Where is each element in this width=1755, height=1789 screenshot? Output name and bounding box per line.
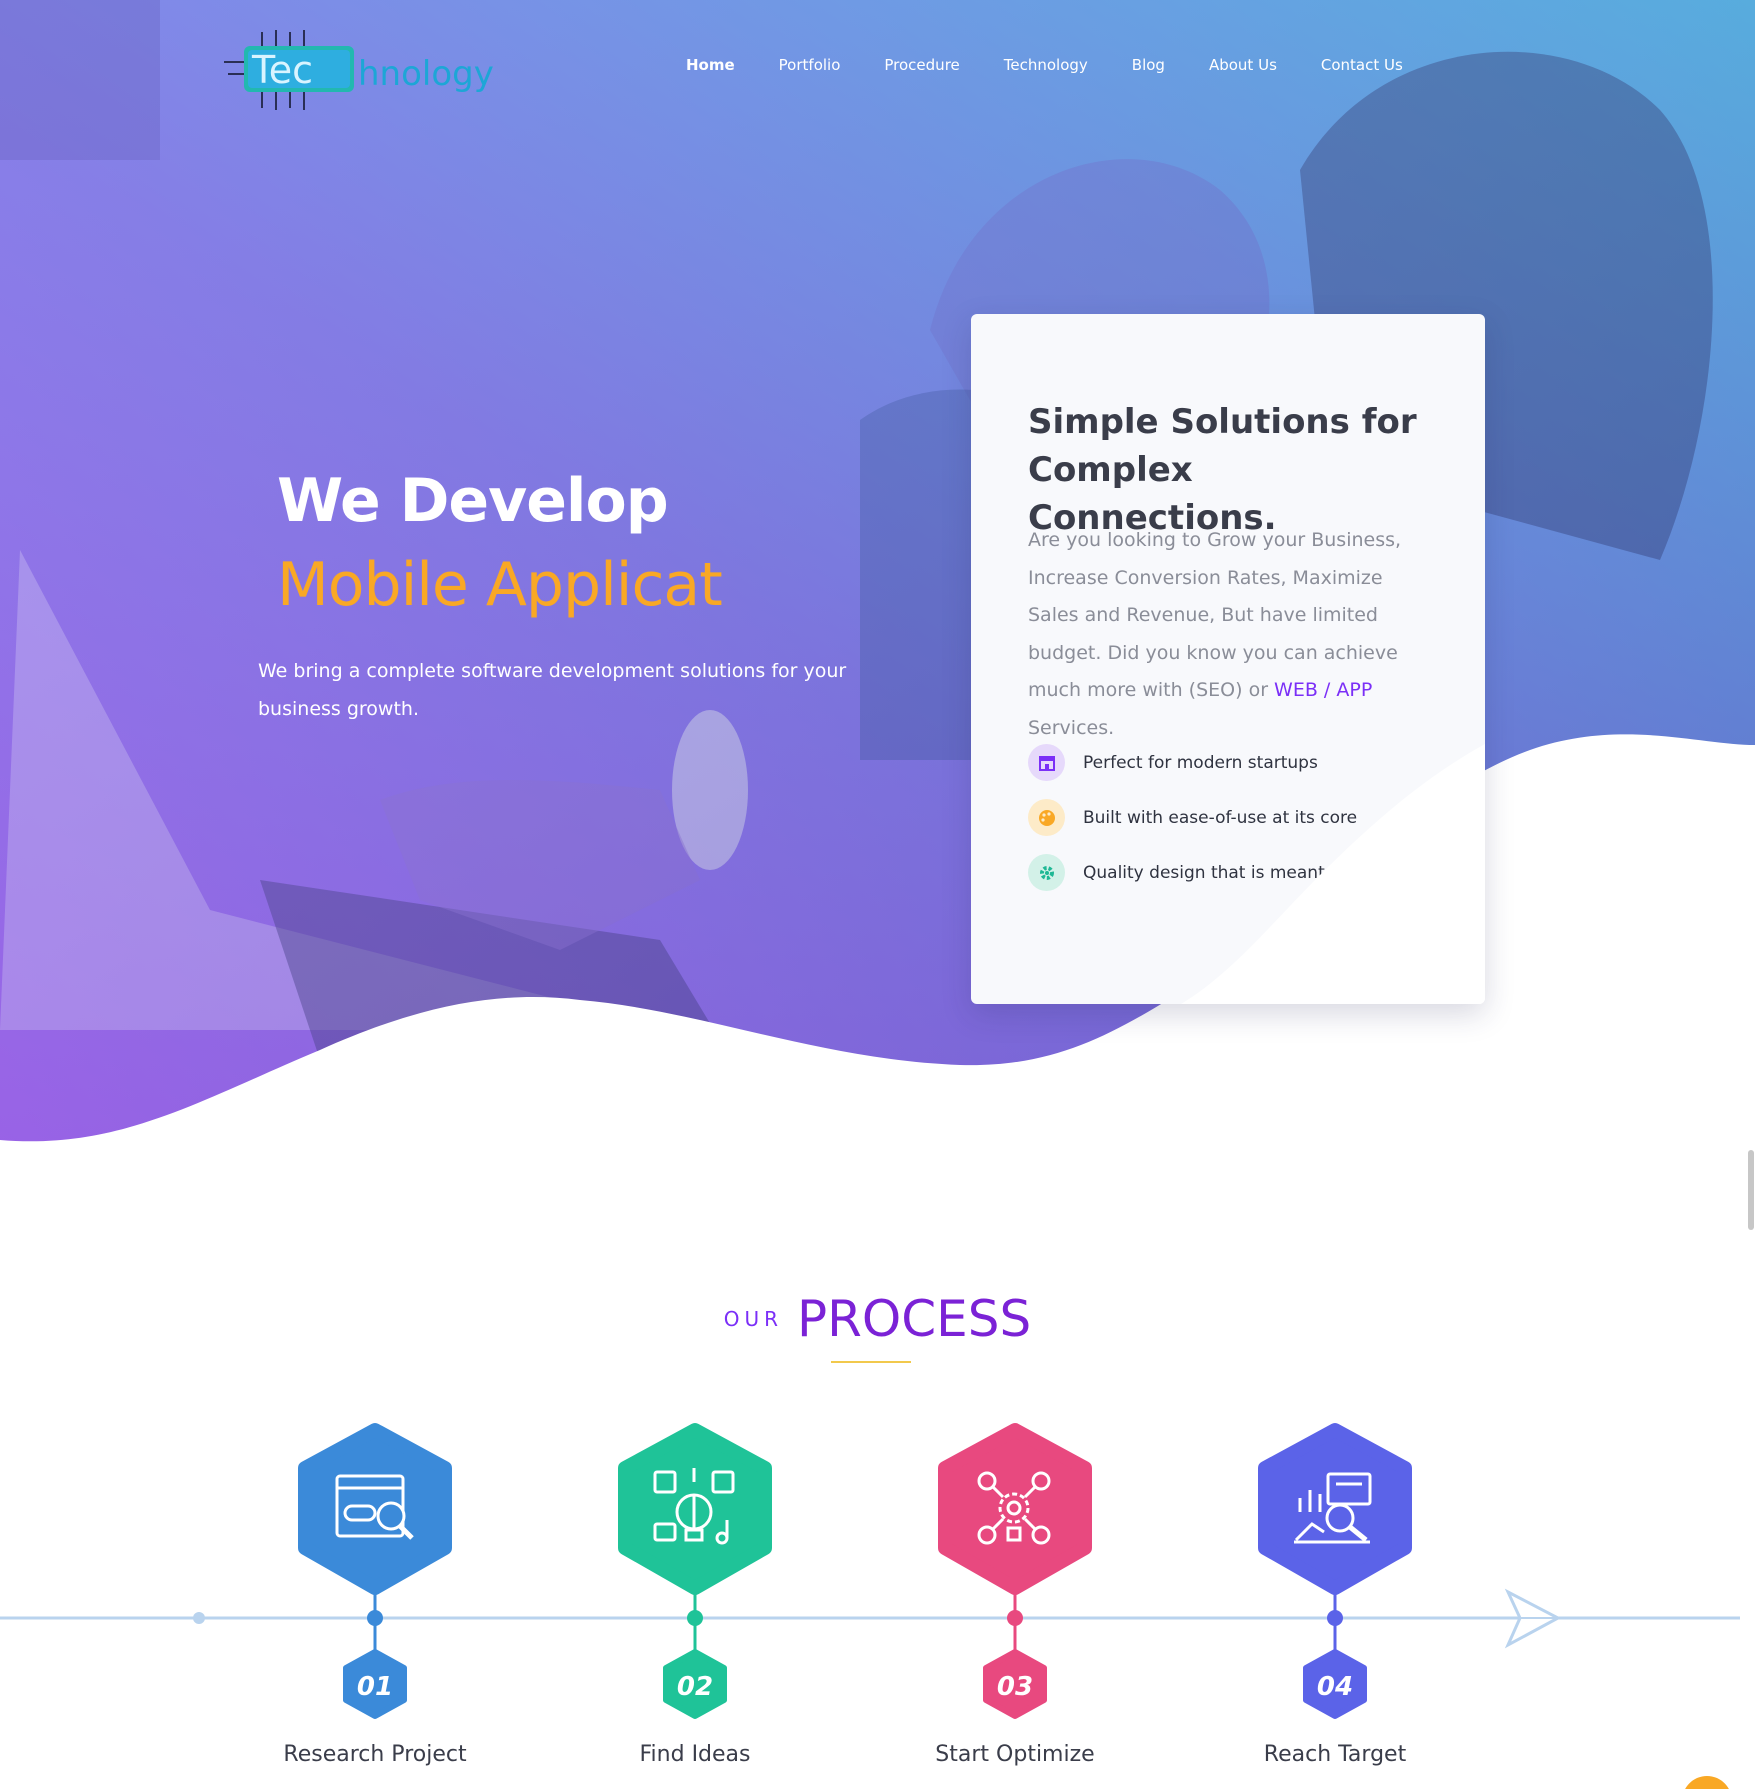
nav-contact-us[interactable]: Contact Us: [1299, 56, 1425, 74]
nav-technology[interactable]: Technology: [982, 56, 1110, 74]
process-step-4[interactable]: 04: [1258, 1423, 1412, 1719]
heading-underline: [831, 1361, 911, 1363]
feature-item: Quality design that is meant to l: [1028, 854, 1357, 891]
card-title: Simple Solutions for Complex Connections…: [1028, 398, 1448, 542]
nav-home[interactable]: Home: [664, 56, 757, 74]
link-separator: /: [1317, 679, 1337, 701]
svg-text:hnology: hnology: [358, 54, 494, 94]
step-number: 02: [677, 1672, 713, 1702]
card-text-main: Are you looking to Grow your Business, I…: [1028, 529, 1402, 701]
card-text-end: Services.: [1028, 716, 1115, 739]
step-label-find-ideas: Find Ideas: [639, 1742, 751, 1767]
nav-procedure[interactable]: Procedure: [862, 56, 981, 74]
process-timeline: 01 02 03 04: [0, 1423, 1740, 1719]
hero-title: We Develop: [277, 466, 669, 536]
main-nav: Home Portfolio Procedure Technology Blog…: [664, 56, 1425, 74]
step-hexagon: [1258, 1423, 1412, 1595]
web-link[interactable]: WEB: [1274, 679, 1318, 701]
gear-icon: [1028, 854, 1065, 891]
hero-section: Tec hnology Home Portfolio Procedure Tec…: [0, 0, 1755, 1160]
timeline-start-dot: [193, 1612, 205, 1624]
feature-label: Perfect for modern startups: [1083, 752, 1318, 773]
process-heading: OUR PROCESS: [0, 1290, 1755, 1348]
brand-logo[interactable]: Tec hnology: [222, 28, 512, 112]
process-step-2[interactable]: 02: [618, 1423, 772, 1719]
feature-label: Built with ease-of-use at its core: [1083, 807, 1358, 828]
palette-icon: [1028, 799, 1065, 836]
hero-subtitle: We bring a complete software development…: [258, 660, 847, 720]
hero-rotating-text: Mobile Applicat: [277, 550, 723, 620]
feature-item: Perfect for modern startups: [1028, 744, 1318, 781]
step-label-research-project: Research Project: [283, 1742, 467, 1767]
process-step-3[interactable]: 03: [938, 1423, 1092, 1719]
store-icon: [1028, 744, 1065, 781]
scrollbar-thumb[interactable]: [1748, 1150, 1754, 1230]
step-hexagon: [938, 1423, 1092, 1595]
nav-about-us[interactable]: About Us: [1187, 56, 1299, 74]
nav-blog[interactable]: Blog: [1110, 56, 1187, 74]
feature-label: Quality design that is meant to l: [1083, 862, 1358, 883]
timeline-node: [687, 1610, 703, 1626]
card-description: Are you looking to Grow your Business, I…: [1028, 522, 1428, 747]
timeline-node: [1007, 1610, 1023, 1626]
feature-item: Built with ease-of-use at its core: [1028, 799, 1357, 836]
svg-text:Tec: Tec: [251, 48, 313, 92]
step-number: 01: [357, 1672, 393, 1702]
solutions-card: Simple Solutions for Complex Connections…: [971, 314, 1485, 1004]
app-link[interactable]: APP: [1336, 679, 1372, 701]
hero-background: [0, 0, 1755, 1160]
step-number: 03: [997, 1672, 1033, 1702]
nav-portfolio[interactable]: Portfolio: [757, 56, 863, 74]
process-heading-our: OUR: [723, 1307, 784, 1331]
card-title-bold: Simple: [1028, 402, 1159, 442]
step-label-start-optimize: Start Optimize: [935, 1742, 1095, 1767]
process-step-1[interactable]: 01: [298, 1423, 452, 1719]
chip-logo-icon: Tec hnology: [224, 30, 494, 110]
step-number: 04: [1317, 1672, 1353, 1702]
timeline-node: [367, 1610, 383, 1626]
timeline-node: [1327, 1610, 1343, 1626]
step-label-reach-target: Reach Target: [1263, 1742, 1407, 1767]
process-heading-word: PROCESS: [797, 1290, 1032, 1348]
